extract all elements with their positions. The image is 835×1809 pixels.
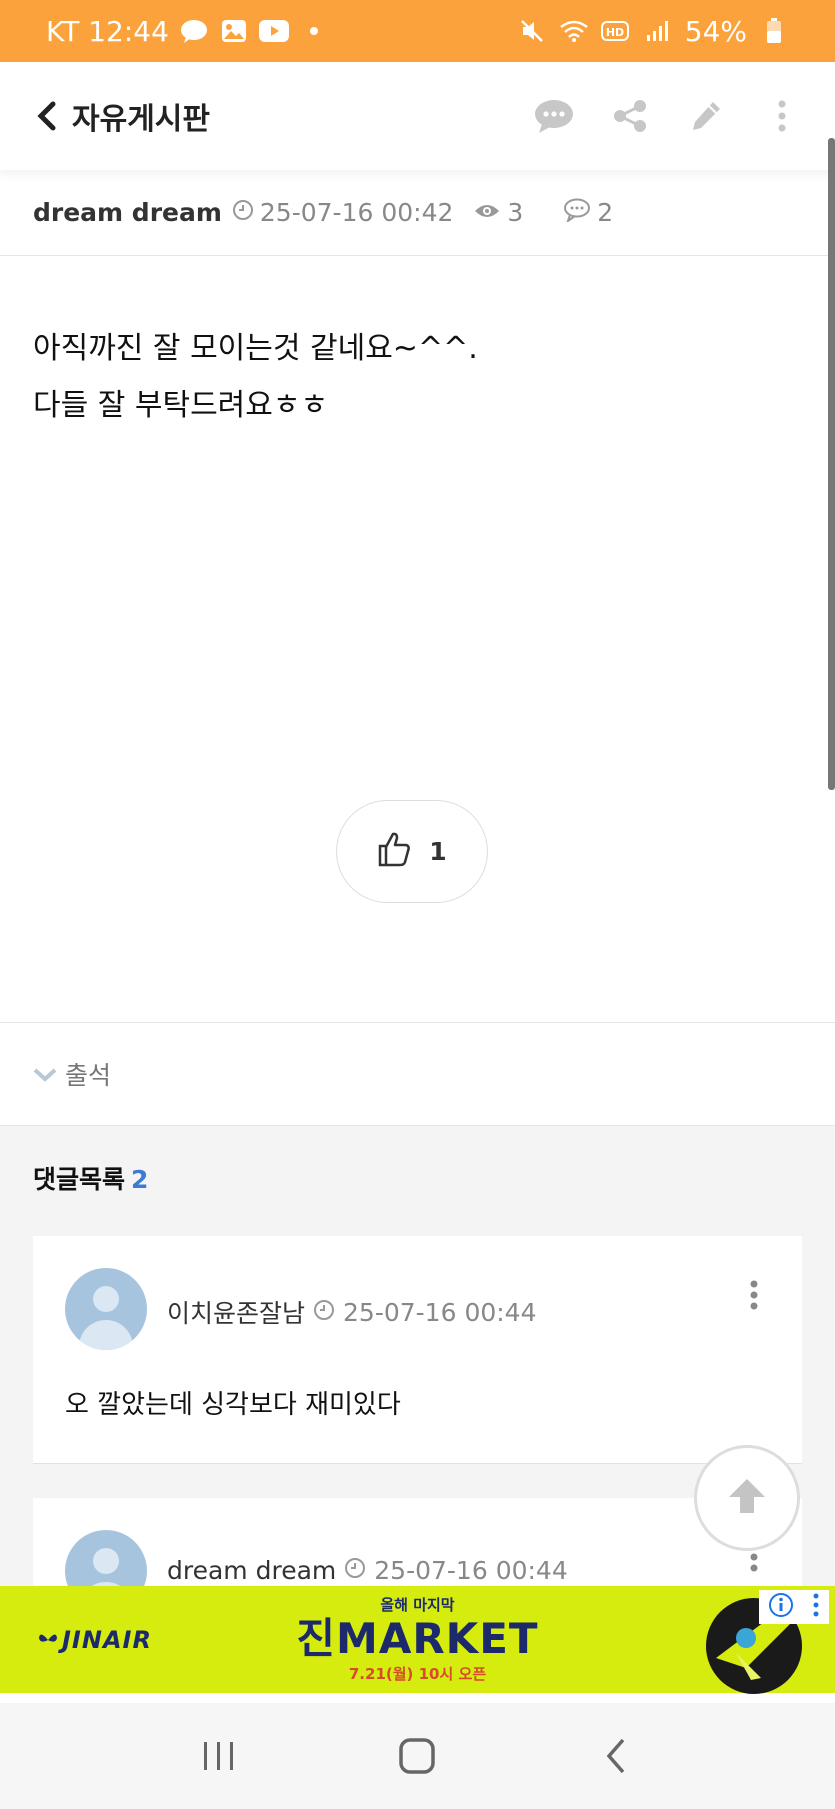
- page-title: 자유게시판: [72, 102, 210, 137]
- back-nav-button[interactable]: [591, 1731, 641, 1781]
- post-author[interactable]: dream dream: [33, 198, 222, 227]
- ad-brand-logo: JINAIR: [38, 1626, 152, 1654]
- home-button[interactable]: [392, 1731, 442, 1781]
- tag-section: 출석: [0, 1022, 835, 1126]
- avatar[interactable]: [65, 1268, 147, 1350]
- mute-icon: [517, 16, 547, 46]
- ad-subtitle: 올해 마지막: [380, 1596, 455, 1614]
- system-nav-bar: [0, 1703, 835, 1809]
- scroll-to-top-button[interactable]: [694, 1445, 800, 1551]
- app-header: 자유게시판: [0, 62, 835, 170]
- scrollbar[interactable]: [828, 138, 835, 790]
- comment-count-icon: [563, 198, 591, 228]
- ad-info-icon[interactable]: [768, 1592, 794, 1622]
- eye-icon: [473, 198, 501, 227]
- post-meta: dream dream 25-07-16 00:42 3 2: [0, 170, 835, 256]
- thumbs-up-icon: [377, 831, 411, 873]
- comment-author[interactable]: 이치윤존잘남: [167, 1294, 305, 1330]
- clock-icon: [313, 1298, 335, 1327]
- post-line: 아직까진 잘 모이는것 같네요~^^.: [33, 331, 478, 366]
- more-menu-button[interactable]: [761, 95, 803, 137]
- post-line: 다들 잘 부탁드려요ㅎㅎ: [33, 388, 329, 423]
- battery-percent: 54%: [684, 14, 747, 48]
- tag-label[interactable]: 출석: [65, 1056, 111, 1092]
- view-count: 3: [507, 198, 524, 227]
- comment-list-title: 댓글목록 2: [33, 1165, 149, 1194]
- ad-headline: 진MARKET: [296, 1614, 539, 1663]
- comment-count: 2: [597, 198, 614, 227]
- comment-button[interactable]: [533, 95, 575, 137]
- talk-icon: [179, 16, 209, 46]
- hd-icon: HD: [600, 16, 631, 46]
- recent-apps-button[interactable]: [194, 1731, 244, 1781]
- post-datetime: 25-07-16 00:42: [259, 198, 454, 227]
- comment-more-button[interactable]: [744, 1276, 764, 1316]
- ad-more-icon[interactable]: [812, 1592, 820, 1622]
- like-count: 1: [429, 837, 447, 866]
- youtube-icon: [258, 16, 289, 46]
- edit-button[interactable]: [685, 95, 727, 137]
- wifi-icon: [559, 16, 589, 46]
- clock-icon: [344, 1556, 366, 1585]
- butterfly-icon: [38, 1626, 58, 1654]
- comment-author[interactable]: dream dream: [167, 1556, 336, 1585]
- battery-icon: [759, 16, 789, 46]
- svg-text:HD: HD: [606, 26, 624, 39]
- ad-date: 7.21(월) 10시 오픈: [348, 1665, 487, 1683]
- comment-datetime: 25-07-16 00:44: [343, 1297, 537, 1327]
- share-button[interactable]: [609, 95, 651, 137]
- comment-text: 오 깔았는데 싱각보다 재미있다: [65, 1390, 401, 1420]
- gallery-icon: [219, 16, 249, 46]
- ad-banner[interactable]: JINAIR 올해 마지막 진MARKET 7.21(월) 10시 오픈: [0, 1586, 835, 1694]
- notification-dot-icon: [299, 16, 329, 46]
- comment-item: 이치윤존잘남 25-07-16 00:44 오 깔았는데 싱각보다 재미있다: [33, 1236, 802, 1464]
- post-content: 아직까진 잘 모이는것 같네요~^^. 다들 잘 부탁드려요ㅎㅎ: [33, 320, 793, 434]
- chevron-down-icon[interactable]: [33, 1060, 57, 1089]
- back-button[interactable]: [32, 101, 60, 131]
- status-bar: KT 12:44 HD 54%: [0, 0, 835, 62]
- comment-datetime: 25-07-16 00:44: [374, 1556, 568, 1585]
- carrier-time: KT 12:44: [46, 14, 169, 48]
- arrow-up-icon: [725, 1476, 769, 1520]
- signal-icon: [643, 16, 673, 46]
- clock-icon: [232, 198, 254, 227]
- comment-list-count: 2: [131, 1165, 149, 1194]
- like-button[interactable]: 1: [336, 800, 488, 903]
